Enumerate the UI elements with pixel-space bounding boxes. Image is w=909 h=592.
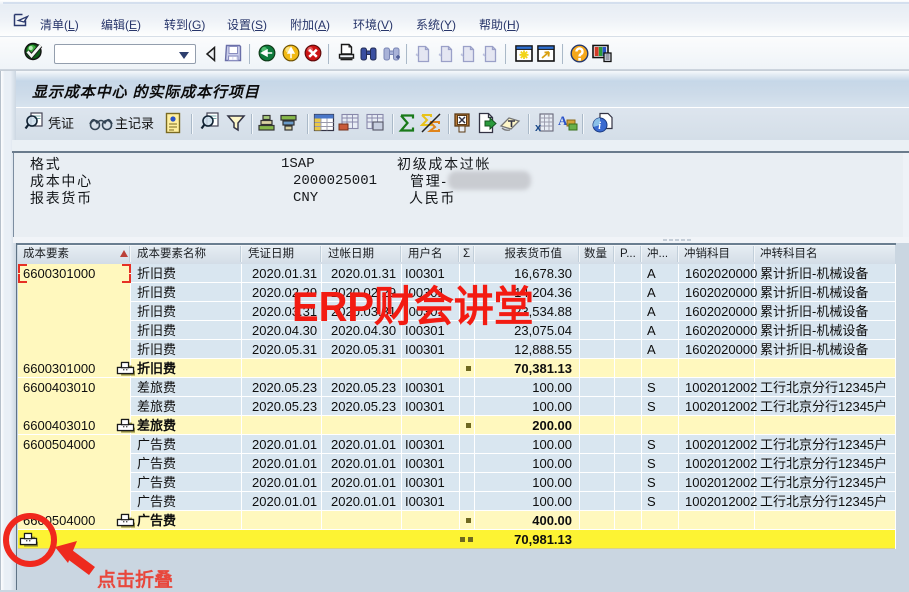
svg-text:i: i <box>598 121 601 132</box>
svg-text:x: x <box>535 122 542 134</box>
